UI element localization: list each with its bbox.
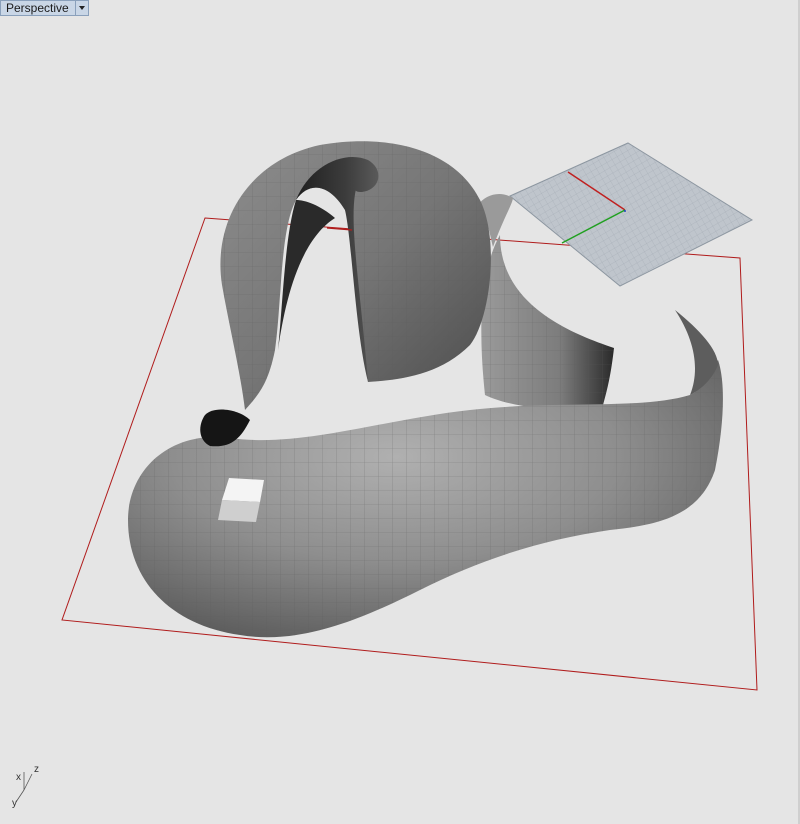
perspective-viewport[interactable]: Perspective x z y <box>0 0 800 824</box>
surface-dome-shell[interactable] <box>220 141 491 410</box>
specular-highlight <box>222 478 264 502</box>
cplane-grid <box>509 142 754 287</box>
specular-highlight-lower <box>218 500 260 522</box>
scene-canvas[interactable] <box>0 0 800 824</box>
axis-z-label: z <box>34 764 39 775</box>
triangle-down-icon <box>78 6 85 10</box>
world-axes-triad: x z y <box>12 764 39 809</box>
viewport-name-tab[interactable]: Perspective <box>0 0 76 16</box>
viewport-title-bar: Perspective <box>0 0 89 16</box>
axis-x-label: x <box>16 772 21 783</box>
axis-y-label: y <box>12 798 17 809</box>
viewport-menu-button[interactable] <box>75 0 89 16</box>
